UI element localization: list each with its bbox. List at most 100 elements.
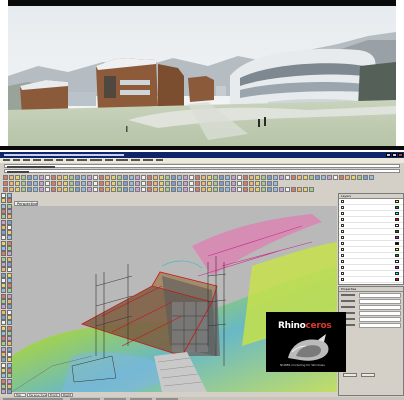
toolbar-tool-icon[interactable]	[333, 174, 338, 180]
property-button[interactable]	[361, 373, 375, 377]
toolbar-tool-icon[interactable]	[111, 174, 116, 180]
toolbar-tool-icon[interactable]	[87, 174, 92, 180]
left-tool-icon[interactable]	[1, 352, 6, 357]
layer-current-checkbox[interactable]	[341, 200, 344, 203]
toolbar-tool-icon[interactable]	[39, 174, 44, 180]
left-tool-icon[interactable]	[6, 277, 12, 283]
toolbar-tool-icon[interactable]	[99, 186, 104, 192]
toolbar-tool-icon[interactable]	[135, 186, 140, 192]
menu-surface[interactable]	[44, 159, 53, 161]
toolbar-tool-icon[interactable]	[147, 180, 152, 186]
toolbar-tool-icon[interactable]	[321, 174, 326, 180]
toolbar-tool-icon[interactable]	[15, 186, 20, 192]
menu-render[interactable]	[131, 159, 140, 161]
toolbar-tool-icon[interactable]	[231, 186, 236, 192]
layer-color-swatch[interactable]	[395, 200, 399, 203]
toolbar-tool-icon[interactable]	[249, 174, 254, 180]
left-tool-icon[interactable]	[6, 293, 12, 299]
left-tool-icon[interactable]	[1, 325, 6, 331]
layer-current-checkbox[interactable]	[341, 212, 344, 215]
left-tool-icon[interactable]	[1, 320, 6, 326]
toolbar-tool-icon[interactable]	[129, 180, 134, 186]
left-tool-icon[interactable]	[6, 256, 12, 262]
left-tool-icon[interactable]	[1, 272, 6, 278]
layer-color-swatch[interactable]	[395, 272, 399, 275]
menu-window[interactable]	[143, 159, 153, 161]
left-tool-icon[interactable]	[1, 267, 6, 273]
left-tool-icon[interactable]	[1, 214, 6, 220]
toolbar-tool-icon[interactable]	[213, 174, 218, 180]
toolbar-tool-icon[interactable]	[363, 174, 368, 180]
toolbar-tool-icon[interactable]	[81, 186, 86, 192]
layer-color-swatch[interactable]	[395, 242, 399, 245]
toolbar-tool-icon[interactable]	[177, 186, 182, 192]
menu-solid[interactable]	[56, 159, 63, 161]
toolbar-tool-icon[interactable]	[327, 174, 332, 180]
tab-perspective[interactable]: Perspective	[27, 392, 47, 397]
toolbar-tool-icon[interactable]	[345, 174, 350, 180]
toolbar-tool-icon[interactable]	[291, 186, 296, 192]
left-tool-icon[interactable]	[1, 299, 6, 304]
toolbar-tool-icon[interactable]	[255, 180, 260, 186]
toolbar-tool-icon[interactable]	[273, 174, 278, 180]
toolbar-tool-icon[interactable]	[153, 186, 158, 192]
left-tool-icon[interactable]	[1, 346, 6, 352]
layer-color-swatch[interactable]	[395, 260, 399, 263]
left-tool-icon[interactable]	[1, 261, 6, 267]
left-tool-icon[interactable]	[1, 293, 6, 299]
property-field[interactable]	[359, 310, 401, 316]
toolbar-tool-icon[interactable]	[21, 174, 26, 180]
left-tool-icon[interactable]	[1, 330, 6, 336]
toolbar-tool-icon[interactable]	[351, 174, 356, 180]
toolbar-tool-icon[interactable]	[147, 186, 152, 192]
toolbar-tool-icon[interactable]	[81, 180, 86, 186]
toolbar-tool-icon[interactable]	[135, 180, 140, 186]
toolbar-tool-icon[interactable]	[21, 180, 26, 186]
toolbar-tool-icon[interactable]	[117, 180, 122, 186]
toolbar-tool-icon[interactable]	[3, 180, 8, 186]
menu-tools[interactable]	[105, 159, 113, 161]
toolbar-tool-icon[interactable]	[75, 180, 80, 186]
layer-color-swatch[interactable]	[395, 230, 399, 233]
toolbar-tool-icon[interactable]	[9, 174, 14, 180]
toolbar-tool-icon[interactable]	[27, 174, 32, 180]
tab-right[interactable]: Right	[61, 392, 73, 397]
layer-current-checkbox[interactable]	[341, 224, 344, 227]
toolbar-tool-icon[interactable]	[105, 180, 110, 186]
layer-color-swatch[interactable]	[395, 218, 399, 221]
toolbar-tool-icon[interactable]	[123, 174, 128, 180]
toolbar-tool-icon[interactable]	[183, 186, 188, 192]
toolbar-tool-icon[interactable]	[159, 174, 164, 180]
toolbar-tool-icon[interactable]	[213, 180, 218, 186]
property-field[interactable]	[359, 322, 401, 328]
toolbar-tool-icon[interactable]	[303, 174, 308, 180]
layer-current-checkbox[interactable]	[341, 242, 344, 245]
menu-analyze[interactable]	[116, 159, 128, 161]
toolbar-tool-icon[interactable]	[21, 186, 26, 192]
toolbar-tool-icon[interactable]	[87, 180, 92, 186]
toolbar-tool-icon[interactable]	[273, 180, 278, 186]
toolbar-tool-icon[interactable]	[267, 186, 272, 192]
layer-current-checkbox[interactable]	[341, 254, 344, 257]
toolbar-tool-icon[interactable]	[189, 180, 194, 186]
left-tool-icon[interactable]	[6, 383, 12, 389]
left-tool-icon[interactable]	[1, 283, 6, 289]
left-tool-icon[interactable]	[6, 193, 12, 198]
left-tool-icon[interactable]	[6, 251, 12, 257]
toolbar-tool-icon[interactable]	[93, 174, 98, 180]
toolbar-tool-icon[interactable]	[171, 186, 176, 192]
toolbar-tool-icon[interactable]	[141, 180, 146, 186]
toolbar-tool-icon[interactable]	[87, 186, 92, 192]
toolbar-tool-icon[interactable]	[165, 174, 170, 180]
left-tool-icon[interactable]	[1, 224, 6, 230]
left-tool-icon[interactable]	[6, 288, 12, 294]
toolbar-tool-icon[interactable]	[309, 186, 314, 192]
toolbar-tool-icon[interactable]	[201, 180, 206, 186]
menu-file[interactable]	[3, 159, 10, 161]
toolbar-tool-icon[interactable]	[33, 186, 38, 192]
toolbar-tool-icon[interactable]	[231, 174, 236, 180]
toolbar-tool-icon[interactable]	[117, 174, 122, 180]
property-field[interactable]	[359, 298, 401, 304]
toolbar-tool-icon[interactable]	[249, 186, 254, 192]
toolbar-tool-icon[interactable]	[261, 186, 266, 192]
